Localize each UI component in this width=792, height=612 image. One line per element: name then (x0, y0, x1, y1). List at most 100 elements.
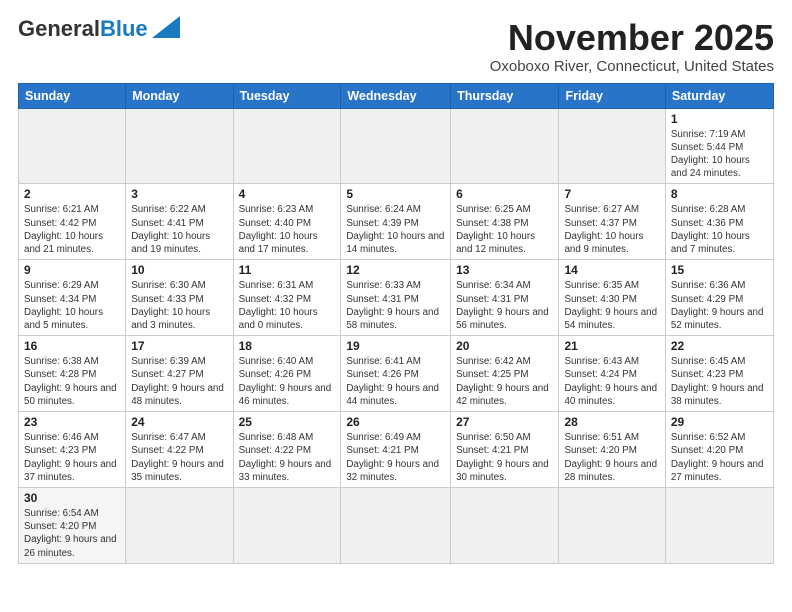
day-number-15: 15 (671, 263, 768, 277)
day-number-11: 11 (239, 263, 336, 277)
calendar-cell-0-2 (233, 108, 341, 184)
calendar-cell-3-1: 17 Sunrise: 6:39 AM Sunset: 4:27 PM Dayli… (126, 336, 233, 412)
calendar-cell-3-5: 21Sunrise: 6:43 AM Sunset: 4:24 PM Dayli… (559, 336, 665, 412)
day-number-1: 1 (671, 112, 768, 126)
day-info-3: Sunrise: 6:22 AM Sunset: 4:41 PM Dayligh… (131, 203, 227, 256)
calendar-cell-3-6: 22Sunrise: 6:45 AM Sunset: 4:23 PM Dayli… (665, 336, 773, 412)
calendar-cell-0-5 (559, 108, 665, 184)
calendar-cell-2-1: 10 Sunrise: 6:30 AM Sunset: 4:33 PM Dayli… (126, 260, 233, 336)
day-info-10: Sunrise: 6:30 AM Sunset: 4:33 PM Dayligh… (131, 279, 227, 332)
day-number-6: 6 (456, 187, 553, 201)
day-info-2: Sunrise: 6:21 AM Sunset: 4:42 PM Dayligh… (24, 203, 120, 256)
day-info-30: Sunrise: 6:54 AM Sunset: 4:20 PM Dayligh… (24, 507, 120, 560)
calendar-cell-2-6: 15 Sunrise: 6:36 AM Sunset: 4:29 PM Dayli… (665, 260, 773, 336)
day-info-17: Sunrise: 6:39 AM Sunset: 4:27 PM Dayligh… (131, 355, 227, 408)
calendar-cell-4-5: 28 Sunrise: 6:51 AM Sunset: 4:20 PM Dayli… (559, 412, 665, 488)
day-info-21: Sunrise: 6:43 AM Sunset: 4:24 PM Dayligh… (564, 355, 659, 408)
week-row-5: 30Sunrise: 6:54 AM Sunset: 4:20 PM Dayli… (19, 487, 774, 563)
day-info-1: Sunrise: 7:19 AM Sunset: 5:44 PM Dayligh… (671, 128, 768, 181)
day-number-5: 5 (346, 187, 445, 201)
day-number-16: 16 (24, 339, 120, 353)
calendar-cell-4-2: 25Sunrise: 6:48 AM Sunset: 4:22 PM Dayli… (233, 412, 341, 488)
day-info-23: Sunrise: 6:46 AM Sunset: 4:23 PM Dayligh… (24, 431, 120, 484)
day-number-13: 13 (456, 263, 553, 277)
day-number-26: 26 (346, 415, 445, 429)
day-info-19: Sunrise: 6:41 AM Sunset: 4:26 PM Dayligh… (346, 355, 445, 408)
day-info-14: Sunrise: 6:35 AM Sunset: 4:30 PM Dayligh… (564, 279, 659, 332)
calendar-cell-0-4 (451, 108, 559, 184)
calendar-cell-2-2: 11 Sunrise: 6:31 AM Sunset: 4:32 PM Dayli… (233, 260, 341, 336)
day-info-4: Sunrise: 6:23 AM Sunset: 4:40 PM Dayligh… (239, 203, 336, 256)
day-number-14: 14 (564, 263, 659, 277)
calendar-cell-1-6: 8Sunrise: 6:28 AM Sunset: 4:36 PM Daylig… (665, 184, 773, 260)
calendar-cell-5-2 (233, 487, 341, 563)
day-number-28: 28 (564, 415, 659, 429)
day-info-6: Sunrise: 6:25 AM Sunset: 4:38 PM Dayligh… (456, 203, 553, 256)
day-number-20: 20 (456, 339, 553, 353)
logo-triangle-icon (152, 16, 180, 38)
day-number-7: 7 (564, 187, 659, 201)
calendar-cell-0-1 (126, 108, 233, 184)
calendar-cell-2-3: 12 Sunrise: 6:33 AM Sunset: 4:31 PM Dayli… (341, 260, 451, 336)
day-info-27: Sunrise: 6:50 AM Sunset: 4:21 PM Dayligh… (456, 431, 553, 484)
calendar-cell-1-0: 2 Sunrise: 6:21 AM Sunset: 4:42 PM Daylig… (19, 184, 126, 260)
calendar-cell-4-3: 26Sunrise: 6:49 AM Sunset: 4:21 PM Dayli… (341, 412, 451, 488)
header-thursday: Thursday (451, 83, 559, 108)
calendar-cell-3-4: 20 Sunrise: 6:42 AM Sunset: 4:25 PM Dayli… (451, 336, 559, 412)
calendar-cell-3-3: 19 Sunrise: 6:41 AM Sunset: 4:26 PM Dayli… (341, 336, 451, 412)
calendar-cell-4-6: 29Sunrise: 6:52 AM Sunset: 4:20 PM Dayli… (665, 412, 773, 488)
day-info-8: Sunrise: 6:28 AM Sunset: 4:36 PM Dayligh… (671, 203, 768, 256)
calendar-cell-0-6: 1 Sunrise: 7:19 AM Sunset: 5:44 PM Daylig… (665, 108, 773, 184)
logo-blue-text: Blue (100, 16, 148, 41)
day-number-19: 19 (346, 339, 445, 353)
day-number-18: 18 (239, 339, 336, 353)
day-info-24: Sunrise: 6:47 AM Sunset: 4:22 PM Dayligh… (131, 431, 227, 484)
calendar-cell-5-6 (665, 487, 773, 563)
calendar-cell-2-0: 9Sunrise: 6:29 AM Sunset: 4:34 PM Daylig… (19, 260, 126, 336)
calendar-cell-1-4: 6 Sunrise: 6:25 AM Sunset: 4:38 PM Daylig… (451, 184, 559, 260)
day-info-28: Sunrise: 6:51 AM Sunset: 4:20 PM Dayligh… (564, 431, 659, 484)
day-info-20: Sunrise: 6:42 AM Sunset: 4:25 PM Dayligh… (456, 355, 553, 408)
calendar-cell-1-1: 3 Sunrise: 6:22 AM Sunset: 4:41 PM Daylig… (126, 184, 233, 260)
day-info-11: Sunrise: 6:31 AM Sunset: 4:32 PM Dayligh… (239, 279, 336, 332)
week-row-4: 23 Sunrise: 6:46 AM Sunset: 4:23 PM Dayli… (19, 412, 774, 488)
calendar: Sunday Monday Tuesday Wednesday Thursday… (18, 83, 774, 564)
calendar-cell-4-4: 27 Sunrise: 6:50 AM Sunset: 4:21 PM Dayli… (451, 412, 559, 488)
day-number-10: 10 (131, 263, 227, 277)
day-number-24: 24 (131, 415, 227, 429)
calendar-cell-5-0: 30Sunrise: 6:54 AM Sunset: 4:20 PM Dayli… (19, 487, 126, 563)
day-number-4: 4 (239, 187, 336, 201)
calendar-cell-3-0: 16 Sunrise: 6:38 AM Sunset: 4:28 PM Dayli… (19, 336, 126, 412)
day-info-7: Sunrise: 6:27 AM Sunset: 4:37 PM Dayligh… (564, 203, 659, 256)
day-info-16: Sunrise: 6:38 AM Sunset: 4:28 PM Dayligh… (24, 355, 120, 408)
day-number-17: 17 (131, 339, 227, 353)
header-sunday: Sunday (19, 83, 126, 108)
day-number-23: 23 (24, 415, 120, 429)
weekday-header-row: Sunday Monday Tuesday Wednesday Thursday… (19, 83, 774, 108)
calendar-cell-2-5: 14 Sunrise: 6:35 AM Sunset: 4:30 PM Dayli… (559, 260, 665, 336)
title-block: November 2025 Oxoboxo River, Connecticut… (490, 18, 774, 75)
day-info-5: Sunrise: 6:24 AM Sunset: 4:39 PM Dayligh… (346, 203, 445, 256)
day-info-22: Sunrise: 6:45 AM Sunset: 4:23 PM Dayligh… (671, 355, 768, 408)
calendar-cell-5-3 (341, 487, 451, 563)
calendar-cell-2-4: 13Sunrise: 6:34 AM Sunset: 4:31 PM Dayli… (451, 260, 559, 336)
calendar-cell-1-3: 5 Sunrise: 6:24 AM Sunset: 4:39 PM Daylig… (341, 184, 451, 260)
day-info-12: Sunrise: 6:33 AM Sunset: 4:31 PM Dayligh… (346, 279, 445, 332)
day-info-29: Sunrise: 6:52 AM Sunset: 4:20 PM Dayligh… (671, 431, 768, 484)
month-title: November 2025 (490, 18, 774, 58)
day-number-12: 12 (346, 263, 445, 277)
day-number-3: 3 (131, 187, 227, 201)
header-saturday: Saturday (665, 83, 773, 108)
day-number-27: 27 (456, 415, 553, 429)
header-friday: Friday (559, 83, 665, 108)
week-row-3: 16 Sunrise: 6:38 AM Sunset: 4:28 PM Dayli… (19, 336, 774, 412)
day-info-15: Sunrise: 6:36 AM Sunset: 4:29 PM Dayligh… (671, 279, 768, 332)
day-number-2: 2 (24, 187, 120, 201)
calendar-cell-3-2: 18 Sunrise: 6:40 AM Sunset: 4:26 PM Dayli… (233, 336, 341, 412)
calendar-cell-1-5: 7 Sunrise: 6:27 AM Sunset: 4:37 PM Daylig… (559, 184, 665, 260)
day-info-9: Sunrise: 6:29 AM Sunset: 4:34 PM Dayligh… (24, 279, 120, 332)
day-info-18: Sunrise: 6:40 AM Sunset: 4:26 PM Dayligh… (239, 355, 336, 408)
location-title: Oxoboxo River, Connecticut, United State… (490, 58, 774, 75)
calendar-cell-1-2: 4 Sunrise: 6:23 AM Sunset: 4:40 PM Daylig… (233, 184, 341, 260)
day-info-25: Sunrise: 6:48 AM Sunset: 4:22 PM Dayligh… (239, 431, 336, 484)
